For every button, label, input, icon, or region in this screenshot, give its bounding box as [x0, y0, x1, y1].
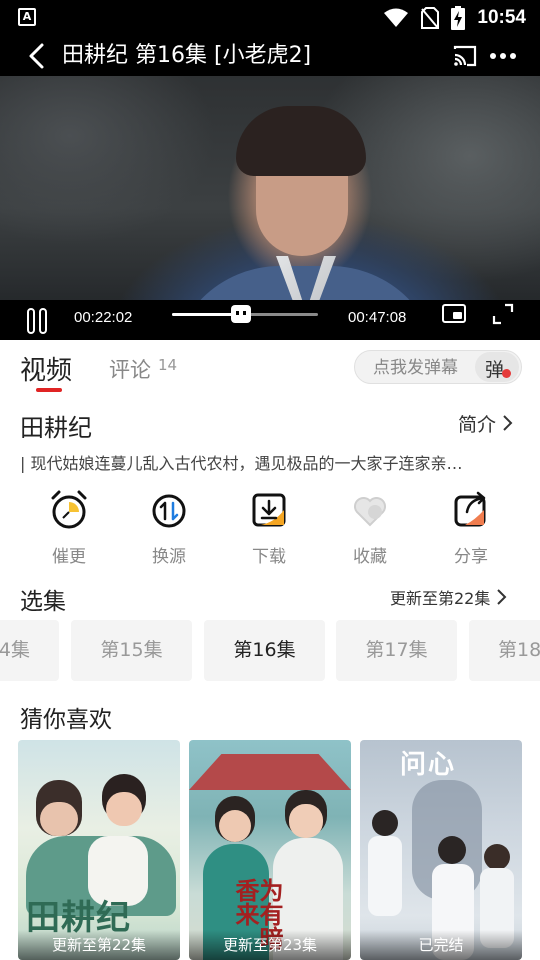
poster-figure: [372, 810, 398, 836]
back-icon[interactable]: [24, 42, 52, 70]
active-tab-indicator: [36, 388, 62, 392]
episode-item-current[interactable]: 第16集: [204, 620, 325, 681]
danmu-toggle-label: 弹: [485, 359, 505, 381]
pause-icon[interactable]: [26, 308, 48, 334]
total-time: 00:47:08: [348, 309, 407, 326]
download-icon: [252, 493, 286, 527]
recommend-caption: 更新至第23集: [189, 930, 351, 960]
poster-title: 问心: [400, 750, 457, 780]
video-frame-hair: [236, 106, 366, 176]
action-label: 换源: [152, 547, 186, 567]
show-synopsis[interactable]: | 现代姑娘连蔓儿乱入古代农村，遇见极品的一大家子连家亲…: [20, 450, 520, 474]
seek-thumb[interactable]: [230, 305, 251, 323]
content-tabs: 视频 评论 14 点我发弹幕 弹: [0, 340, 540, 396]
comment-count: 14: [158, 356, 178, 374]
picture-in-picture-icon[interactable]: [442, 303, 466, 325]
favorite-button[interactable]: 收藏: [320, 488, 420, 568]
alarm-clock-icon: [51, 490, 87, 529]
update-status: 更新至第22集: [390, 589, 491, 608]
player-controls: 00:22:02 00:47:08: [0, 300, 540, 340]
poster-figure: [219, 810, 251, 842]
switch-source-icon: [152, 494, 186, 528]
recommend-caption: 更新至第22集: [18, 930, 180, 960]
switch-source-button[interactable]: 换源: [119, 488, 219, 568]
app-notification-icon: A: [18, 8, 36, 26]
episode-item[interactable]: 第18: [469, 620, 540, 681]
episode-item[interactable]: 第15集: [71, 620, 192, 681]
wifi-icon: [384, 8, 409, 27]
chevron-right-icon: [503, 415, 513, 431]
recommend-header: 猜你喜欢: [20, 707, 112, 733]
poster-figure: [368, 836, 402, 916]
recommend-card[interactable]: 田耕纪 更新至第22集: [18, 740, 180, 960]
page-title: 田耕纪 第16集 [小老虎2]: [62, 43, 312, 68]
all-episodes-link[interactable]: 更新至第22集: [390, 584, 508, 610]
action-label: 催更: [52, 547, 86, 567]
seek-bar[interactable]: [172, 305, 318, 323]
show-title: 田耕纪: [20, 414, 92, 442]
battery-charging-icon: [451, 6, 466, 30]
fullscreen-icon[interactable]: [492, 303, 514, 325]
cast-icon[interactable]: [452, 44, 478, 68]
current-time: 00:22:02: [74, 309, 133, 326]
action-row: 催更 换源 下载 收藏 分享: [0, 488, 540, 568]
recommend-card[interactable]: 为有暗香来 更新至第23集: [189, 740, 351, 960]
episode-item[interactable]: 14集: [0, 620, 59, 681]
poster-figure: [106, 792, 142, 826]
chevron-right-icon: [497, 589, 507, 605]
recommend-caption: 已完结: [360, 930, 522, 960]
heart-icon: [354, 497, 386, 527]
episode-item[interactable]: 第17集: [336, 620, 457, 681]
recommend-card[interactable]: 问心 已完结: [360, 740, 522, 960]
intro-label: 简介: [458, 413, 497, 436]
share-button[interactable]: 分享: [421, 488, 521, 568]
tab-video[interactable]: 视频: [20, 350, 72, 387]
status-bar: A 10:54: [0, 0, 540, 36]
danmu-placeholder: 点我发弹幕: [373, 358, 458, 378]
clock: 10:54: [477, 7, 526, 28]
download-button[interactable]: 下载: [219, 488, 319, 568]
title-bar: 田耕纪 第16集 [小老虎2]: [0, 36, 540, 76]
poster-roof: [189, 754, 351, 790]
tab-comments[interactable]: 评论: [109, 354, 151, 384]
no-sim-icon: [421, 7, 440, 29]
poster-figure: [289, 804, 323, 838]
share-icon: [454, 491, 486, 527]
poster-figure: [40, 802, 78, 836]
action-label: 下载: [252, 547, 286, 567]
intro-link[interactable]: 简介: [458, 410, 514, 436]
status-icons: 10:54: [383, 6, 526, 30]
urge-update-button[interactable]: 催更: [19, 488, 119, 568]
episodes-header: 选集: [20, 589, 66, 615]
poster-figure: [484, 844, 510, 870]
episode-list[interactable]: 14集 第15集 第16集 第17集 第18: [0, 620, 540, 682]
danmu-toggle-button[interactable]: 弹: [475, 352, 519, 382]
more-icon[interactable]: [488, 44, 518, 68]
action-label: 分享: [454, 547, 488, 567]
danmu-status-dot: [502, 369, 511, 378]
action-label: 收藏: [353, 547, 387, 567]
danmu-input[interactable]: 点我发弹幕 弹: [354, 350, 522, 384]
poster-figure: [438, 836, 466, 864]
